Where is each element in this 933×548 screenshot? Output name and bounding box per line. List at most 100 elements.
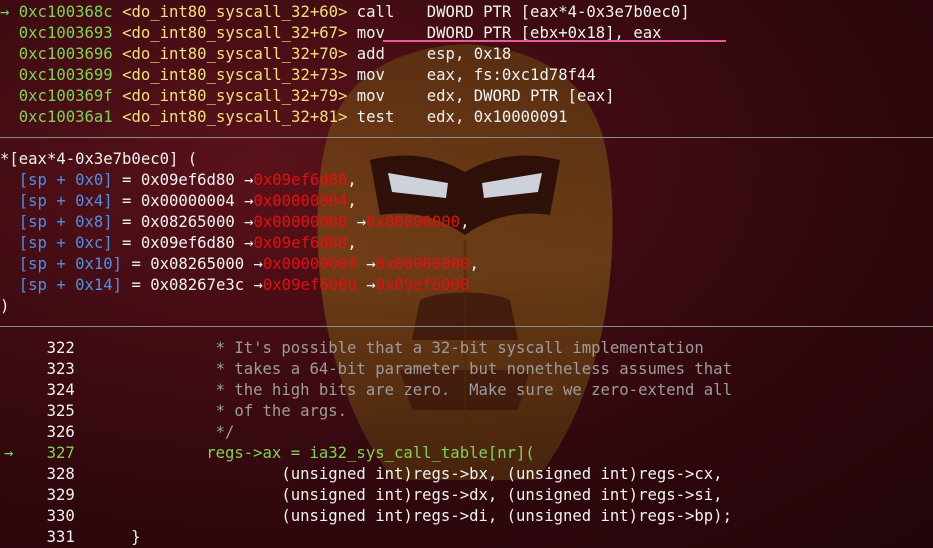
line-number: 322 [46,339,75,357]
source-comment: */ [74,423,235,441]
separator-comma: , [469,255,479,273]
argument-value: 0x00000004 [140,192,235,210]
mnemonic: mov [356,66,385,84]
argument-value: 0x09ef6d80 [140,171,235,189]
operands: esp, 0x18 [426,45,512,63]
instruction-highlight-underline [383,40,726,42]
right-arrow-icon: → [366,276,376,294]
source-line[interactable]: 331 } [4,527,141,548]
separator-comma: , [347,171,357,189]
source-line[interactable]: 326 */ [4,422,235,443]
equals-sign: = [112,234,141,252]
line-number: 323 [46,360,75,378]
line-number: 329 [46,486,75,504]
line-marker [4,381,13,399]
disasm-line[interactable]: → 0xc100368c <do_int80_syscall_32+60> ca… [0,2,690,23]
right-arrow-icon: → [0,3,10,21]
right-arrow-icon: → [366,255,376,273]
symbol-offset: <do_int80_syscall_32+81> [122,108,348,126]
operands: DWORD PTR [eax*4-0x3e7b0ec0] [426,3,690,21]
line-marker [4,339,13,357]
argument-row[interactable]: [sp + 0x4] = 0x00000004 →0x00000004, [0,191,357,212]
argument-row[interactable]: [sp + 0x14] = 0x08267e3c →0x09ef6000 →0x… [0,275,470,296]
mnemonic: test [356,108,395,126]
line-marker [0,45,9,63]
instruction-address: 0xc100368c [18,3,113,21]
pane-separator [0,326,933,327]
source-line[interactable]: 322 * It's possible that a 32-bit syscal… [4,338,704,359]
symbol-offset: <do_int80_syscall_32+67> [122,24,348,42]
argument-value: 0x08265000 [150,255,245,273]
equals-sign: = [122,255,151,273]
source-comment: * of the args. [74,402,348,420]
stack-slot: [sp + 0x14] [18,276,123,294]
argument-row[interactable]: [sp + 0xc] = 0x09ef6d80 →0x09ef6d80, [0,233,357,254]
disasm-line[interactable]: 0xc1003699 <do_int80_syscall_32+73> mov e… [0,65,596,86]
dereferenced-value: 0x00000000 [366,213,461,231]
right-arrow-icon: → [244,171,254,189]
stack-slot: [sp + 0x8] [18,213,113,231]
stack-slot: [sp + 0x4] [18,192,113,210]
line-number: 326 [46,423,75,441]
separator-comma: , [347,192,357,210]
line-marker [4,528,13,546]
right-arrow-icon: → [4,444,14,462]
source-comment: * It's possible that a 32-bit syscall im… [74,339,704,357]
line-marker [0,24,9,42]
terminal-content: → 0xc100368c <do_int80_syscall_32+60> ca… [0,0,933,548]
right-arrow-icon: → [244,213,254,231]
disasm-line[interactable]: 0xc10036a1 <do_int80_syscall_32+81> test… [0,107,568,128]
line-number: 324 [46,381,75,399]
operands: edx, DWORD PTR [eax] [426,87,615,105]
stack-slot: [sp + 0x0] [18,171,113,189]
source-line[interactable]: 325 * of the args. [4,401,347,422]
line-marker [0,108,9,126]
line-marker [4,423,13,441]
line-marker [0,66,9,84]
argument-row[interactable]: [sp + 0x0] = 0x09ef6d80 →0x09ef6d80, [0,170,357,191]
argument-value: 0x09ef6d80 [140,234,235,252]
source-line[interactable]: 323 * takes a 64-bit parameter but nonet… [4,359,732,380]
mnemonic: add [356,45,385,63]
symbol-offset: <do_int80_syscall_32+60> [122,3,348,21]
dereferenced-value: 0x00000000 [253,213,348,231]
dereferenced-value: 0x09ef6000 [262,276,357,294]
equals-sign: = [112,213,141,231]
dereferenced-value: 0x00000000 [375,255,470,273]
separator-comma: , [347,234,357,252]
equals-sign: = [112,192,141,210]
instruction-address: 0xc1003699 [18,66,113,84]
equals-sign: = [112,171,141,189]
source-line[interactable]: 324 * the high bits are zero. Make sure … [4,380,732,401]
line-number: 328 [46,465,75,483]
dereferenced-value: 0x00000000 [262,255,357,273]
call-target-header: *[eax*4-0x3e7b0ec0] ( [0,150,198,168]
argument-row[interactable]: [sp + 0x10] = 0x08265000 →0x00000000 →0x… [0,254,479,275]
source-comment: * the high bits are zero. Make sure we z… [74,381,732,399]
source-line[interactable]: → 327 regs->ax = ia32_sys_call_table[nr]… [4,443,535,464]
disasm-line[interactable]: 0xc100369f <do_int80_syscall_32+79> mov e… [0,86,615,107]
source-line[interactable]: 329 (unsigned int)regs->dx, (unsigned in… [4,485,723,506]
mnemonic: call [356,3,395,21]
source-line[interactable]: 328 (unsigned int)regs->bx, (unsigned in… [4,464,723,485]
gdb-terminal[interactable]: → 0xc100368c <do_int80_syscall_32+60> ca… [0,0,933,548]
line-number: 327 [46,444,75,462]
instruction-address: 0xc10036a1 [18,108,113,126]
source-code: regs->ax = ia32_sys_call_table[nr]( [74,444,535,462]
disasm-line[interactable]: 0xc1003696 <do_int80_syscall_32+70> add e… [0,44,512,65]
argument-value: 0x08265000 [140,213,235,231]
line-number: 331 [46,528,75,546]
call-args-close: ) [0,297,10,315]
equals-sign: = [122,276,151,294]
line-marker [4,402,13,420]
source-line[interactable]: 330 (unsigned int)regs->di, (unsigned in… [4,506,732,527]
mnemonic: mov [356,87,385,105]
dereferenced-value: 0x00000004 [253,192,348,210]
right-arrow-icon: → [244,192,254,210]
argument-row[interactable]: [sp + 0x8] = 0x08265000 →0x00000000 →0x0… [0,212,470,233]
instruction-address: 0xc1003693 [18,24,113,42]
line-number: 325 [46,402,75,420]
separator-comma: , [460,213,470,231]
stack-slot: [sp + 0x10] [18,255,123,273]
right-arrow-icon: → [244,234,254,252]
